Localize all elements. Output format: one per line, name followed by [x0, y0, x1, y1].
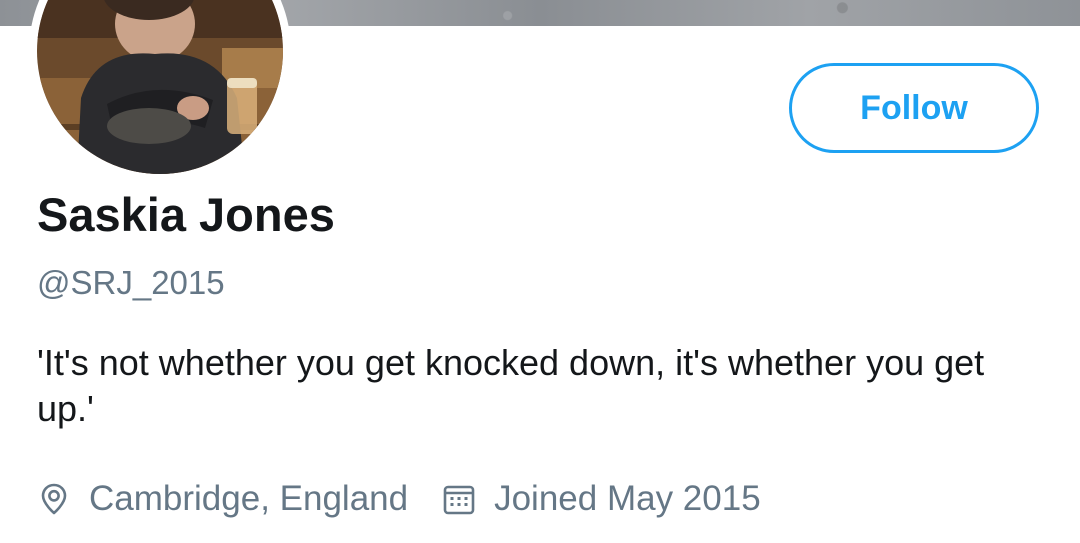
profile-header: Follow Saskia Jones @SRJ_2015 'It's not …	[0, 0, 1080, 543]
handle: @SRJ_2015	[37, 264, 225, 301]
profile-meta: Cambridge, England Joined May 2015	[37, 476, 761, 522]
follow-button[interactable]: Follow	[789, 63, 1039, 153]
avatar[interactable]	[29, 0, 291, 182]
join-date: Joined May 2015	[442, 479, 761, 519]
avatar-image	[37, 0, 283, 174]
location-text: Cambridge, England	[89, 479, 409, 518]
display-name: Saskia Jones	[37, 188, 335, 241]
bio: 'It's not whether you get knocked down, …	[37, 342, 985, 429]
location: Cambridge, England	[37, 479, 408, 519]
join-date-text: Joined May 2015	[494, 479, 761, 518]
location-pin-icon	[37, 482, 71, 516]
calendar-icon	[442, 482, 476, 516]
